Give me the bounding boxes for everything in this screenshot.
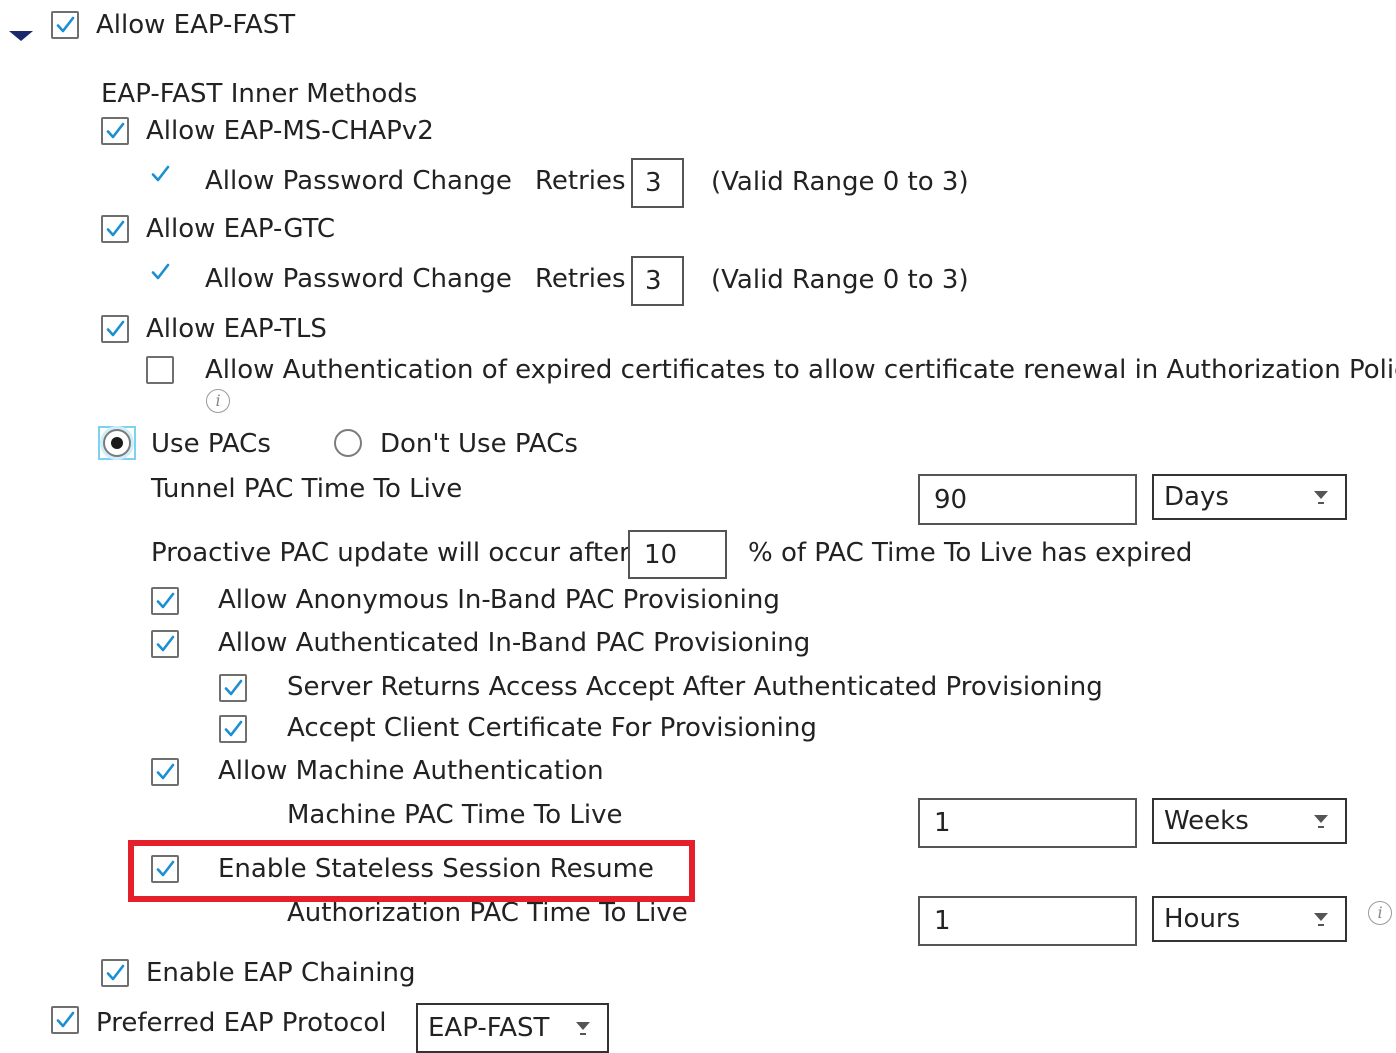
dropdown-arrow-icon [575,1019,591,1037]
tunnel-pac-ttl-input[interactable]: 90 [918,474,1137,525]
allow-eap-fast-checkbox[interactable] [51,11,79,39]
use-pacs-label: Use PACs [151,429,271,459]
red-highlight-box [128,840,695,902]
check-icon [222,677,244,699]
allow-ms-chapv2-label: Allow EAP-MS-CHAPv2 [146,116,434,146]
allow-ms-chapv2-checkbox[interactable] [101,117,129,145]
eap-chaining-checkbox[interactable] [101,959,129,987]
tunnel-pac-ttl-label: Tunnel PAC Time To Live [151,474,463,504]
gtc-password-change-checkbox[interactable] [146,258,174,286]
check-icon [154,590,176,612]
gtc-retries-input[interactable]: 3 [631,256,684,306]
eap-chaining-label: Enable EAP Chaining [146,958,416,988]
server-returns-accept-checkbox[interactable] [219,674,247,702]
allow-gtc-checkbox[interactable] [101,215,129,243]
mschap-password-change-checkbox[interactable] [146,160,174,188]
dropdown-arrow-icon [1313,812,1329,830]
gtc-retries-label: Retries [535,264,626,294]
dropdown-arrow-icon [1313,488,1329,506]
check-icon [104,318,126,340]
mschap-valid-range-text: (Valid Range 0 to 3) [711,167,969,197]
allow-eap-fast-label: Allow EAP-FAST [96,10,296,40]
proactive-update-input[interactable]: 10 [628,530,727,579]
proactive-update-suffix: % of PAC Time To Live has expired [748,538,1193,568]
inner-methods-heading: EAP-FAST Inner Methods [101,79,418,109]
check-icon [54,14,76,36]
dropdown-arrow-icon [1313,910,1329,928]
allow-eap-tls-checkbox[interactable] [101,315,129,343]
anonymous-provisioning-label: Allow Anonymous In-Band PAC Provisioning [218,585,780,615]
authenticated-provisioning-label: Allow Authenticated In-Band PAC Provisio… [218,628,811,658]
anonymous-provisioning-checkbox[interactable] [151,587,179,615]
preferred-eap-protocol-checkbox[interactable] [51,1006,79,1034]
check-icon [222,718,244,740]
check-icon [104,962,126,984]
dont-use-pacs-label: Don't Use PACs [380,429,578,459]
gtc-valid-range-text: (Valid Range 0 to 3) [711,265,969,295]
info-icon[interactable]: i [1368,901,1392,925]
server-returns-accept-label: Server Returns Access Accept After Authe… [287,672,1103,702]
allow-expired-certs-checkbox[interactable] [146,356,174,384]
check-icon [149,261,171,283]
machine-auth-checkbox[interactable] [151,758,179,786]
caret-down-icon[interactable] [8,30,34,42]
info-icon[interactable]: i [206,389,230,413]
machine-auth-label: Allow Machine Authentication [218,756,604,786]
check-icon [104,218,126,240]
accept-client-cert-checkbox[interactable] [219,715,247,743]
machine-pac-ttl-label: Machine PAC Time To Live [287,800,623,830]
machine-pac-ttl-unit-select[interactable]: Weeks [1152,798,1347,844]
tunnel-pac-ttl-unit-select[interactable]: Days [1152,474,1347,520]
gtc-password-change-label: Allow Password Change [205,264,512,294]
mschap-retries-label: Retries [535,166,626,196]
check-icon [149,163,171,185]
mschap-password-change-label: Allow Password Change [205,166,512,196]
use-pacs-radio[interactable] [103,429,131,457]
allow-eap-tls-label: Allow EAP-TLS [146,314,327,344]
check-icon [154,633,176,655]
allow-expired-certs-label: Allow Authentication of expired certific… [205,355,1396,385]
accept-client-cert-label: Accept Client Certificate For Provisioni… [287,713,817,743]
authenticated-provisioning-checkbox[interactable] [151,630,179,658]
check-icon [154,761,176,783]
preferred-eap-protocol-label: Preferred EAP Protocol [96,1008,387,1038]
proactive-update-prefix: Proactive PAC update will occur after [151,538,630,568]
authorization-pac-ttl-unit-select[interactable]: Hours [1152,896,1347,942]
authorization-pac-ttl-input[interactable]: 1 [918,896,1137,946]
allow-gtc-label: Allow EAP-GTC [146,214,336,244]
mschap-retries-input[interactable]: 3 [631,158,684,208]
check-icon [104,120,126,142]
check-icon [54,1009,76,1031]
machine-pac-ttl-input[interactable]: 1 [918,798,1137,848]
dont-use-pacs-radio[interactable] [334,429,362,457]
